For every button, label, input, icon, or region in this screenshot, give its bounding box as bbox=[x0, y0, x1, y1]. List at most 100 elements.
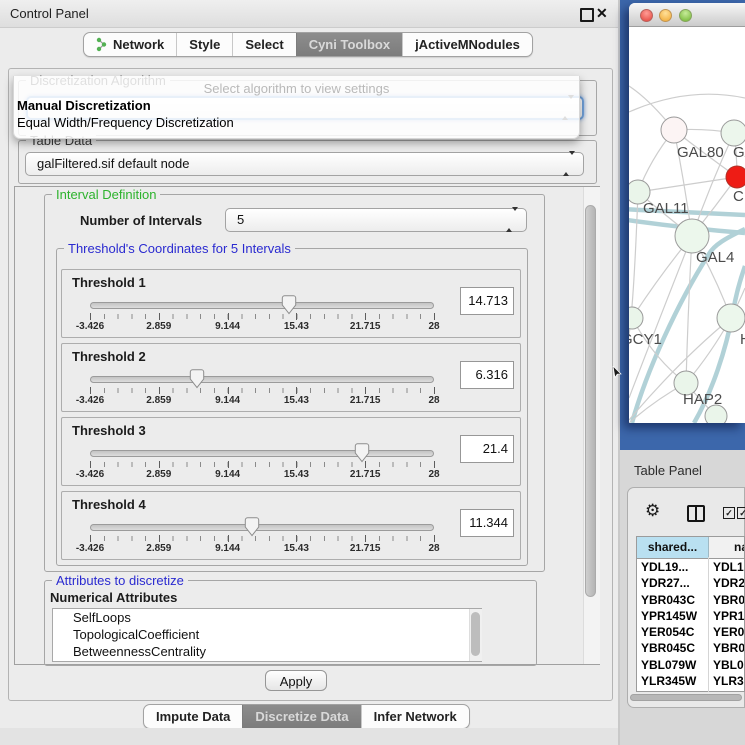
slider-tick-label: 28 bbox=[428, 395, 439, 406]
tab-style[interactable]: Style bbox=[176, 33, 232, 56]
slider-thumb[interactable] bbox=[244, 517, 260, 537]
tab-label: jActiveMNodules bbox=[415, 37, 520, 52]
slider-tick-label: -3.426 bbox=[76, 321, 104, 332]
column-header-shared-name[interactable]: shared... bbox=[637, 537, 709, 559]
slider-minor-ticks bbox=[90, 536, 436, 541]
network-node[interactable] bbox=[717, 304, 745, 332]
threshold-label: Threshold 1 bbox=[72, 275, 146, 290]
table-row[interactable]: YER054CYER0 bbox=[637, 624, 745, 640]
zoom-traffic-light[interactable] bbox=[679, 9, 692, 22]
cell-shared-name: YLR345W bbox=[641, 673, 696, 689]
threshold-panel-4: Threshold 4-3.4262.8599.14415.4321.71528… bbox=[61, 491, 521, 560]
bottom-tabbar: Impute DataDiscretize DataInfer Network bbox=[143, 704, 470, 729]
table-rows: YDL19...YDL1YDR27...YDR2YBR043CYBR0YPR14… bbox=[637, 559, 745, 692]
network-node[interactable] bbox=[726, 166, 745, 188]
tab-discretize-data[interactable]: Discretize Data bbox=[242, 705, 360, 728]
slider-tick-label: 28 bbox=[428, 543, 439, 554]
slider-major-tick bbox=[159, 387, 160, 394]
network-node[interactable] bbox=[629, 307, 643, 329]
network-node-label: GAL80 bbox=[677, 144, 724, 161]
column-header-name[interactable]: name bbox=[709, 537, 745, 559]
threshold-value-field[interactable]: 14.713 bbox=[460, 287, 514, 315]
slider-major-tick bbox=[90, 387, 91, 394]
gear-icon[interactable]: ⚙ bbox=[645, 501, 660, 521]
table-row[interactable]: YBR045CYBR0 bbox=[637, 640, 745, 656]
list-item[interactable]: BetweennessCentrality bbox=[53, 643, 481, 660]
threshold-panel-3: Threshold 3-3.4262.8599.14415.4321.71528… bbox=[61, 417, 521, 486]
num-intervals-combobox[interactable]: 5 bbox=[225, 208, 527, 232]
cell-shared-name: YIL052C bbox=[641, 689, 688, 692]
table-row[interactable]: YLR345W YLR3 bbox=[637, 673, 745, 689]
slider-track[interactable] bbox=[90, 302, 434, 309]
float-window-icon[interactable] bbox=[580, 8, 594, 22]
checkbox-icon[interactable]: ✓ bbox=[723, 507, 735, 519]
slider-track[interactable] bbox=[90, 376, 434, 383]
list-item[interactable]: TopologicalCoefficient bbox=[53, 626, 481, 643]
group-title: Attributes to discretize bbox=[52, 573, 188, 588]
network-node[interactable] bbox=[661, 117, 687, 143]
combo-arrows-icon bbox=[563, 155, 575, 173]
threshold-value-field[interactable]: 6.316 bbox=[460, 361, 514, 389]
slider-thumb[interactable] bbox=[354, 443, 370, 463]
slider-thumb[interactable] bbox=[281, 295, 297, 315]
tab-label: Cyni Toolbox bbox=[309, 37, 390, 52]
table-row[interactable]: YIL052CYIL0 bbox=[637, 689, 745, 692]
dropdown-item-2[interactable]: Equal Width/Frequency Discretization bbox=[17, 115, 234, 130]
tab-network[interactable]: Network bbox=[84, 33, 176, 56]
minimize-traffic-light[interactable] bbox=[659, 9, 672, 22]
slider-tick-label: 2.859 bbox=[146, 469, 171, 480]
group-title: Interval Definition bbox=[52, 187, 160, 202]
slider-major-tick bbox=[228, 313, 229, 320]
network-node-label: HA bbox=[740, 331, 745, 348]
threshold-value-field[interactable]: 11.344 bbox=[460, 509, 514, 537]
num-intervals-label: Number of Intervals bbox=[80, 213, 202, 228]
cell-name: YBR0 bbox=[713, 640, 745, 656]
slider-tick-label: 9.144 bbox=[215, 395, 240, 406]
cell-name: YLR3 bbox=[713, 673, 744, 689]
table-row[interactable]: YBL079WYBL0 bbox=[637, 657, 745, 673]
slider-tick-label: 21.715 bbox=[350, 543, 381, 554]
slider-track[interactable] bbox=[90, 524, 434, 531]
table-row[interactable]: YPR145WYPR1 bbox=[637, 608, 745, 624]
table-data-combobox[interactable]: galFiltered.sif default node bbox=[25, 152, 584, 176]
table-row[interactable]: YDR27...YDR2 bbox=[637, 575, 745, 591]
slider-major-tick bbox=[296, 535, 297, 542]
horizontal-scrollbar-thumb[interactable] bbox=[630, 694, 742, 701]
network-window-titlebar[interactable] bbox=[629, 3, 745, 27]
slider-tick-label: 9.144 bbox=[215, 469, 240, 480]
tab-jactivemnodules[interactable]: jActiveMNodules bbox=[402, 33, 532, 56]
tab-cyni-toolbox[interactable]: Cyni Toolbox bbox=[296, 33, 402, 56]
list-scrollbar-thumb[interactable] bbox=[471, 612, 480, 656]
network-node-label: C bbox=[733, 188, 744, 205]
network-node[interactable] bbox=[721, 120, 745, 146]
table-row[interactable]: YBR043CYBR0 bbox=[637, 592, 745, 608]
algorithm-dropdown-popup: Select algorithm to view settings Manual… bbox=[13, 76, 580, 139]
tab-label: Network bbox=[113, 37, 164, 52]
slider-major-tick bbox=[159, 461, 160, 468]
threshold-value-field[interactable]: 21.4 bbox=[460, 435, 514, 463]
slider-tick-label: 28 bbox=[428, 469, 439, 480]
table-row[interactable]: YDL19...YDL1 bbox=[637, 559, 745, 575]
split-columns-icon[interactable] bbox=[687, 505, 705, 522]
close-traffic-light[interactable] bbox=[640, 9, 653, 22]
tab-infer-network[interactable]: Infer Network bbox=[361, 705, 469, 728]
cell-name: YDL1 bbox=[713, 559, 744, 575]
checkbox-icon[interactable]: ✓ bbox=[737, 507, 745, 519]
tab-select[interactable]: Select bbox=[232, 33, 295, 56]
tab-impute-data[interactable]: Impute Data bbox=[144, 705, 242, 728]
apply-button[interactable]: Apply bbox=[265, 670, 327, 691]
slider-tick-label: 21.715 bbox=[350, 395, 381, 406]
close-icon[interactable]: ✕ bbox=[596, 4, 608, 22]
threshold-label: Threshold 3 bbox=[72, 423, 146, 438]
slider-tick-label: 21.715 bbox=[350, 321, 381, 332]
dropdown-item-1[interactable]: Manual Discretization bbox=[17, 98, 151, 113]
slider-track[interactable] bbox=[90, 450, 434, 457]
control-panel-tabbar: Network StyleSelect Cyni Toolbox jActiveMNo… bbox=[83, 32, 533, 57]
attributes-listbox[interactable]: SelfLoopsTopologicalCoefficientBetweenne… bbox=[52, 608, 482, 662]
network-node[interactable] bbox=[675, 219, 709, 253]
slider-major-tick bbox=[434, 387, 435, 394]
list-item[interactable]: SelfLoops bbox=[53, 609, 481, 626]
network-canvas[interactable]: GAL80GACGAL11GAL4GCY1HAHAP2 bbox=[629, 27, 745, 423]
slider-thumb[interactable] bbox=[189, 369, 205, 389]
vertical-scrollbar-thumb[interactable] bbox=[585, 205, 596, 597]
